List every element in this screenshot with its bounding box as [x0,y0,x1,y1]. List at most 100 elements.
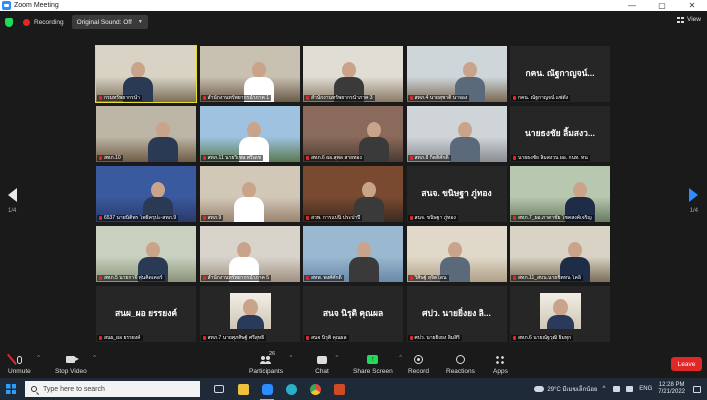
language-indicator[interactable]: ENG [639,386,652,392]
system-tray: 29°C มีเมฆเล็กน้อย ^ ENG 12:28 PM 7/21/2… [534,378,707,400]
security-shield-icon[interactable] [5,17,13,27]
unmute-label: Unmute [8,368,31,375]
participant-tile[interactable]: สทภ.5 นายกาจี หุ่นคิดเคอร์ [96,226,196,282]
participant-tile[interactable]: สำนักงานทรัพยากรน้ำภาค 1 [199,46,300,102]
zoom-logo-icon [2,1,11,10]
participant-name-label: สทภ.10 [97,154,123,161]
close-button[interactable]: ✕ [677,0,707,11]
participant-name-label: สทภ.5 นายกาจี หุ่นคิดเคอร์ [97,274,165,281]
participant-tile[interactable]: สทภ.8 กิตติศักดิ์ [406,106,507,162]
recording-label[interactable]: Recording [34,19,64,26]
task-view-icon[interactable] [207,378,231,400]
participant-body [349,257,379,282]
participants-count: 26 [268,351,276,357]
taskbar-pinned-apps [207,378,351,400]
participant-tile[interactable]: สทภ.4 นายสุชาติ นาจอง [406,46,507,102]
participant-tile[interactable]: สนจ. ขนิษฐา ภู่ทอง สนจ. ขนิษฐา ภู่ทอง [406,166,507,222]
tray-chevron-up-icon[interactable]: ^ [602,386,605,392]
participant-tile[interactable]: สทภ.10 [96,106,196,162]
apps-button[interactable]: Apps [493,353,508,375]
participant-display-name: สนจ นิรุติ คุณผล [322,308,384,318]
participant-figure [342,62,356,78]
participant-figure [457,122,472,138]
participant-display-name: สนผ_ผอ ยรรยงค์ [114,308,178,318]
participant-tile[interactable]: สทภ.7 นายศุภศิษฐ์ ศรีสุทธิ์ [199,286,300,342]
reactions-button[interactable]: Reactions [446,353,475,375]
meeting-toolbar: Unmute ^ Stop Video ^ 26 Participants ^ … [0,351,707,378]
participant-body [148,137,178,162]
participant-figure [241,182,256,198]
share-screen-button[interactable]: ↑ Share Screen ^ [353,353,402,375]
zoom-taskbar-icon[interactable] [255,378,279,400]
powerpoint-icon[interactable] [327,378,351,400]
weather-text[interactable]: 29°C มีเมฆเล็กน้อย [547,384,597,394]
chevron-up-icon[interactable]: ^ [336,355,338,361]
participant-tile[interactable]: ศปว. นายยิ่งยง ลิ... ศปว. นายยิ่งยง ลิ้มส… [406,286,507,342]
view-label: View [687,16,701,23]
participant-tile[interactable]: สนผ_ผอ ยรรยงค์ สนผ_ผอ ยรรยงค์ [96,286,196,342]
participant-figure [146,242,160,258]
stop-video-button[interactable]: Stop Video ^ [55,353,96,375]
participant-tile[interactable]: สทภ.11_สบน.นายชิตทน โคอิ [510,226,610,282]
participant-tile[interactable]: สทภ.7_ผอ.ภาดาชัย โชคสงค์เจริญ [510,166,610,222]
participant-tile[interactable]: สำนักงานทรัพยากรน้ำภาค 5 [199,226,300,282]
participant-name-label: สทภ.11_สบน.นายชิตทน โคอิ [511,274,583,281]
participant-tile[interactable]: 6537 นายนิติพร โพธิ์ครุปะ-สทภ.9 [96,166,196,222]
participant-name-label: สทภ.6 นายณัฐวุฒิ ธิมทุก [511,334,574,341]
participant-figure [367,122,381,138]
chrome-browser-icon[interactable] [303,378,327,400]
chevron-up-icon[interactable]: ^ [37,355,39,361]
participant-name-label: นายธงชัย ลิ้มสงวน ผอ. กนท. ทน [511,154,590,161]
participant-name-label: สทภ.11 นายวิเชษ ศรีเดช [200,154,264,161]
chat-button[interactable]: Chat ^ [315,353,338,375]
participant-tile[interactable]: กรมทรัพยากรน้ำ [95,45,197,103]
file-explorer-icon[interactable] [231,378,255,400]
title-bar: Zoom Meeting — ▢ ✕ [0,0,707,11]
participant-tile[interactable]: วิศิษฐ์ สุจิตโดน [406,226,507,282]
maximize-button[interactable]: ▢ [647,0,677,11]
next-page-button[interactable] [686,185,700,205]
unmute-button[interactable]: Unmute ^ [6,353,40,375]
participants-button[interactable]: 26 Participants ^ [249,351,292,375]
chevron-up-icon[interactable]: ^ [290,355,292,361]
participant-name-label: สทภ.4 นายสุชาติ นาจอง [407,94,470,101]
view-button[interactable]: View [677,16,701,23]
windows-start-icon[interactable] [6,384,16,394]
participant-tile[interactable]: กคน. ณัฐกาญจน์... กคน. ณัฐกาญจน์ แซ่ตั้ง [510,46,610,102]
participant-display-name: กคน. ณัฐกาญจน์... [525,68,595,78]
participants-label: Participants [249,368,283,375]
minimize-button[interactable]: — [617,0,647,11]
participant-tile[interactable]: สวพ. การแปนิ ประปาปี [303,166,403,222]
participant-name-label: สำนักงานทรัพยากรน้ำภาค 1 [200,94,272,101]
leave-button[interactable]: Leave [671,357,702,371]
participant-display-name: ศปว. นายยิ่งยง ลิ... [422,308,491,318]
taskbar-clock[interactable]: 12:28 PM 7/21/2022 [658,382,685,396]
record-icon [411,353,425,366]
participant-figure [131,62,145,78]
participant-tile[interactable]: สทภ.6 ผอ.สุพล สายทอง [303,106,403,162]
notification-icon[interactable] [693,385,701,393]
participant-tile[interactable]: สทภ.6 นายณัฐวุฒิ ธิมทุก [510,286,610,342]
participant-tile[interactable]: สทภ.9 [199,166,300,222]
participant-grid: กรมทรัพยากรน้ำ สำนักงานทรัพยากรน้ำภาค 1 สำ… [95,45,611,346]
participant-tile[interactable]: นายธงชัย ลิ้มสงว... นายธงชัย ลิ้มสงวน ผอ.… [510,106,610,162]
participant-figure [362,182,376,198]
chat-label: Chat [315,368,329,375]
taskbar-search-box[interactable]: Type here to search [25,381,200,397]
chevron-up-icon[interactable]: ^ [399,355,401,361]
participant-figure [573,182,587,198]
network-icon[interactable] [613,386,621,392]
participant-tile[interactable]: สำนักงานทรัพยากรน้ำภาค 3 [303,46,403,102]
previous-page-button[interactable] [5,185,19,205]
volume-icon[interactable] [626,386,634,392]
windows-taskbar: Type here to search 29°C มีเมฆเล็กน้อย ^… [0,378,707,400]
participant-tile[interactable]: สนจ นิรุติ คุณผล สนจ นิรุติ คุณผล [303,286,403,342]
participant-name-label: สทภ.7_ผอ.ภาดาชัย โชคสงค์เจริญ [511,214,594,221]
original-sound-dropdown[interactable]: Original Sound: Off ▼ [71,15,148,29]
participant-tile[interactable]: สทพ. พงศ์ศักดิ์ [303,226,403,282]
participant-tile[interactable]: สทภ.11 นายวิเชษ ศรีเดช [199,106,300,162]
edge-browser-icon[interactable] [279,378,303,400]
chevron-up-icon[interactable]: ^ [93,355,95,361]
window-title: Zoom Meeting [14,2,59,9]
record-button[interactable]: Record [408,353,429,375]
